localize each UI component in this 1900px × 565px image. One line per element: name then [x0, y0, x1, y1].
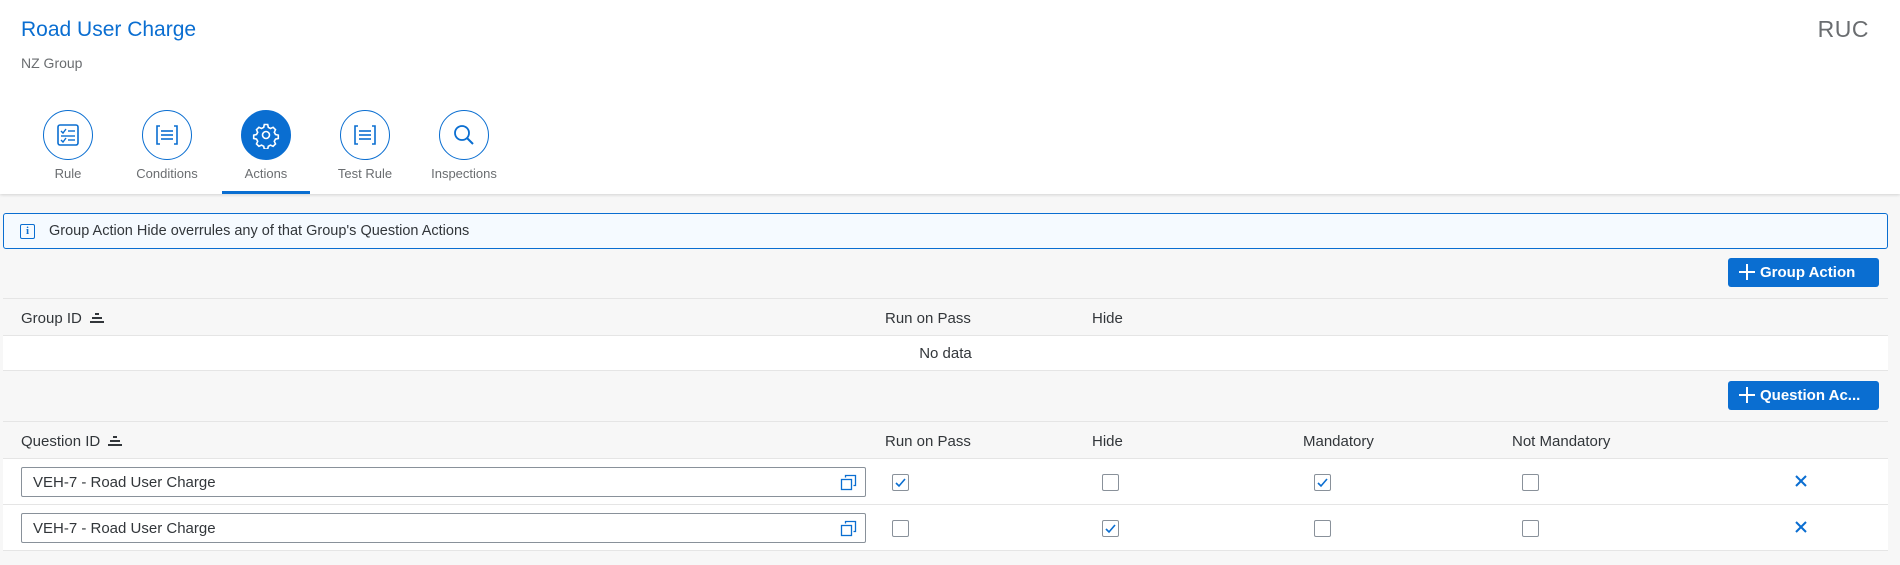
- object-header: Road User Charge NZ Group RUC Rule Condi…: [0, 0, 1900, 194]
- button-label: Group Action: [1760, 264, 1856, 281]
- value-help-icon[interactable]: [840, 520, 857, 537]
- list-bracket-icon: [156, 125, 178, 145]
- tab-label: Test Rule: [337, 166, 393, 181]
- tab-rule[interactable]: Rule: [18, 110, 118, 194]
- table-row: VEH-7 - Road User Charge: [3, 505, 1888, 551]
- mandatory-checkbox[interactable]: [1314, 474, 1331, 491]
- active-tab-indicator: [222, 191, 310, 194]
- sort-icon: [108, 436, 123, 446]
- column-header-mandatory: Mandatory: [1303, 433, 1374, 450]
- hide-checkbox[interactable]: [1102, 474, 1119, 491]
- question-actions-table: Question ID Run on Pass Hide Mandatory N…: [3, 421, 1888, 551]
- add-question-action-button[interactable]: Question Ac...: [1728, 381, 1879, 410]
- column-header-group-id[interactable]: Group ID: [21, 310, 104, 327]
- button-label: Question Ac...: [1760, 387, 1861, 404]
- object-abbreviation: RUC: [1817, 16, 1869, 42]
- page-title: Road User Charge: [21, 18, 197, 41]
- tab-label: Actions: [244, 166, 288, 181]
- table-header: Question ID Run on Pass Hide Mandatory N…: [3, 421, 1888, 459]
- tab-conditions[interactable]: Conditions: [117, 110, 217, 194]
- not-mandatory-checkbox[interactable]: [1522, 520, 1539, 537]
- question-id-input[interactable]: VEH-7 - Road User Charge: [21, 513, 866, 543]
- add-icon: [1739, 387, 1755, 403]
- page-subtitle: NZ Group: [21, 55, 83, 71]
- delete-icon[interactable]: [1793, 519, 1809, 535]
- column-header-not-mandatory: Not Mandatory: [1512, 433, 1611, 450]
- tab-label: Conditions: [136, 166, 198, 181]
- tab-label: Inspections: [431, 166, 497, 181]
- column-header-run-on-pass: Run on Pass: [885, 433, 971, 450]
- table-row: VEH-7 - Road User Charge: [3, 459, 1888, 505]
- column-header-hide: Hide: [1092, 310, 1123, 327]
- question-id-value: VEH-7 - Road User Charge: [33, 519, 216, 537]
- run-on-pass-checkbox[interactable]: [892, 474, 909, 491]
- tab-actions[interactable]: Actions: [216, 110, 316, 194]
- hide-checkbox[interactable]: [1102, 520, 1119, 537]
- no-data-text: No data: [3, 336, 1888, 371]
- value-help-icon[interactable]: [840, 474, 857, 491]
- question-id-value: VEH-7 - Road User Charge: [33, 473, 216, 491]
- group-actions-table: Group ID Run on Pass Hide No data: [3, 298, 1888, 371]
- search-icon: [454, 125, 474, 145]
- gear-icon: [252, 123, 280, 149]
- mandatory-checkbox[interactable]: [1314, 520, 1331, 537]
- column-header-question-id[interactable]: Question ID: [21, 433, 123, 450]
- table-header: Group ID Run on Pass Hide: [3, 298, 1888, 336]
- question-id-input[interactable]: VEH-7 - Road User Charge: [21, 467, 866, 497]
- column-header-hide: Hide: [1092, 433, 1123, 450]
- tab-inspections[interactable]: Inspections: [414, 110, 514, 194]
- not-mandatory-checkbox[interactable]: [1522, 474, 1539, 491]
- add-icon: [1739, 264, 1755, 280]
- info-message-text: Group Action Hide overrules any of that …: [49, 223, 470, 239]
- checklist-icon: [57, 124, 79, 146]
- run-on-pass-checkbox[interactable]: [892, 520, 909, 537]
- column-header-run-on-pass: Run on Pass: [885, 310, 971, 327]
- tab-test-rule[interactable]: Test Rule: [315, 110, 415, 194]
- add-group-action-button[interactable]: Group Action: [1728, 258, 1879, 287]
- list-bracket-icon: [354, 125, 376, 145]
- tab-label: Rule: [54, 166, 82, 181]
- info-message-strip: i Group Action Hide overrules any of tha…: [3, 213, 1888, 249]
- table-body: VEH-7 - Road User Charge VEH-7 - Road Use…: [3, 459, 1888, 551]
- info-icon: i: [20, 223, 35, 239]
- delete-icon[interactable]: [1793, 473, 1809, 489]
- sort-icon: [89, 313, 104, 323]
